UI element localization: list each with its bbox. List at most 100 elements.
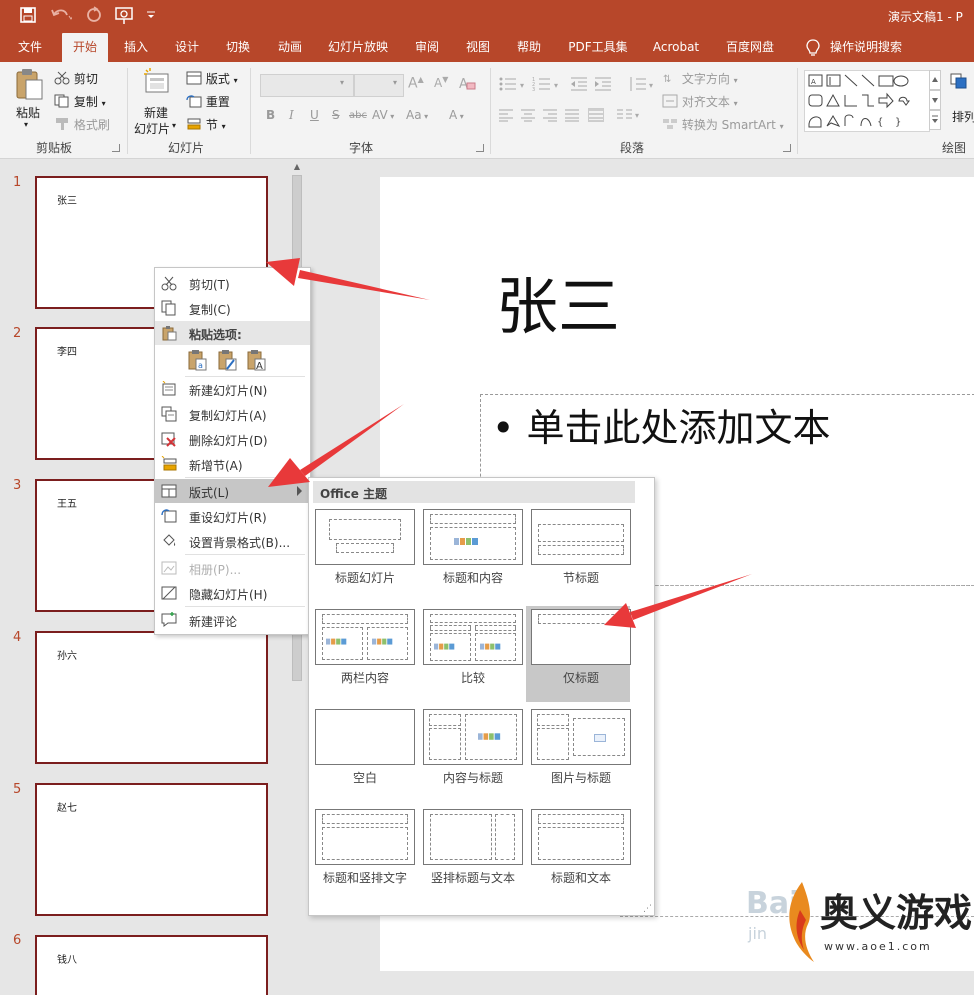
paste-text-only-icon[interactable]: A <box>246 349 266 372</box>
slide-thumbnail-5[interactable]: 赵七 <box>35 783 268 916</box>
tab-acrobat[interactable]: Acrobat <box>647 33 705 62</box>
menu-item-reset-slide[interactable]: 重设幻灯片(R) <box>155 504 310 528</box>
clipboard-launcher-icon[interactable] <box>112 144 120 152</box>
align-right-icon[interactable] <box>542 108 558 125</box>
align-center-icon[interactable] <box>520 108 536 125</box>
gallery-resize-grip-icon[interactable]: ⋰ <box>643 904 652 914</box>
tab-insert[interactable]: 插入 <box>116 33 156 62</box>
shadow-button[interactable]: abc <box>349 110 367 121</box>
layout-title-and-content[interactable]: 标题和内容 <box>418 506 523 602</box>
save-icon[interactable] <box>20 7 36 27</box>
slide-title-text[interactable]: 张三 <box>496 256 620 346</box>
change-case-button[interactable]: Aa ▾ <box>406 108 428 122</box>
scroll-up-icon[interactable]: ▲ <box>291 161 303 173</box>
menu-item-new-section[interactable]: 新增节(A) <box>155 452 310 476</box>
font-name-dropdown-icon[interactable]: ▾ <box>340 78 344 87</box>
menu-item-cut[interactable]: 剪切(T) <box>155 271 310 295</box>
tab-transitions[interactable]: 切换 <box>218 33 258 62</box>
font-launcher-icon[interactable] <box>476 144 484 152</box>
format-painter-button[interactable]: 格式刷 <box>54 116 110 134</box>
tab-file[interactable]: 文件 <box>10 33 50 62</box>
start-slideshow-icon[interactable] <box>114 6 136 30</box>
paste-use-destination-icon[interactable]: a <box>187 349 207 371</box>
tab-design[interactable]: 设计 <box>167 33 207 62</box>
cut-button[interactable]: 剪切 <box>54 70 98 88</box>
italic-button[interactable]: I <box>289 108 294 122</box>
menu-item-new-comment[interactable]: 新建评论 <box>155 608 310 632</box>
paragraph-launcher-icon[interactable] <box>783 144 791 152</box>
tab-pdf-tools[interactable]: PDF工具集 <box>563 33 633 62</box>
layout-section-header[interactable]: 节标题 <box>526 506 631 602</box>
strikethrough-button[interactable]: S <box>332 108 340 122</box>
tab-home[interactable]: 开始 <box>62 33 108 62</box>
menu-item-layout[interactable]: 版式(L) <box>155 479 310 503</box>
body-placeholder-text[interactable]: • 单击此处添加文本 <box>492 397 831 452</box>
clear-format-icon[interactable]: A <box>458 74 476 95</box>
tab-slideshow[interactable]: 幻灯片放映 <box>322 33 394 62</box>
redo-icon[interactable] <box>86 6 102 28</box>
align-text-button[interactable]: 对齐文本 ▾ <box>662 93 738 111</box>
columns-icon[interactable]: ▾ <box>616 108 642 125</box>
secondary-placeholder[interactable] <box>620 585 974 917</box>
line-spacing-icon[interactable]: ▾ <box>628 76 656 95</box>
tab-animations[interactable]: 动画 <box>270 33 310 62</box>
layout-blank[interactable]: 空白 <box>310 706 415 802</box>
decrease-indent-icon[interactable] <box>570 76 588 95</box>
distribute-icon[interactable] <box>588 108 604 125</box>
menu-item-duplicate-slide[interactable]: 复制幻灯片(A) <box>155 402 310 426</box>
layout-title-and-vertical-text[interactable]: 标题和竖排文字 <box>310 806 415 902</box>
reset-button[interactable]: 重置 <box>186 93 230 111</box>
layout-picture-with-caption[interactable]: 图片与标题 <box>526 706 631 802</box>
align-left-icon[interactable] <box>498 108 514 125</box>
numbering-icon[interactable]: 1 2 3 ▾ <box>532 76 562 95</box>
menu-item-format-background[interactable]: 设置背景格式(B)... <box>155 529 310 553</box>
menu-item-new-slide[interactable]: 新建幻灯片(N) <box>155 377 310 401</box>
font-size-dropdown-icon[interactable]: ▾ <box>393 78 397 87</box>
arrange-icon[interactable] <box>949 72 971 93</box>
underline-button[interactable]: U <box>310 108 319 122</box>
menu-item-copy[interactable]: 复制(C) <box>155 296 310 320</box>
grow-font-icon[interactable]: A▲ <box>408 75 424 92</box>
undo-icon[interactable] <box>50 6 74 28</box>
shapes-gallery[interactable]: A { } <box>804 70 930 132</box>
char-spacing-button[interactable]: AV ▾ <box>372 108 394 122</box>
font-color-button[interactable]: A ▾ <box>449 108 464 122</box>
arrange-button[interactable]: 排列 <box>952 108 974 125</box>
shrink-font-icon[interactable]: A▼ <box>434 75 448 90</box>
convert-smartart-button[interactable]: 转换为 SmartArt ▾ <box>662 116 784 134</box>
copy-button[interactable]: 复制 ▾ <box>54 93 106 111</box>
shapes-scroll[interactable] <box>929 70 941 130</box>
tell-me-search[interactable]: 操作说明搜索 <box>826 33 906 62</box>
slide-thumbnail-4[interactable]: 孙六 <box>35 631 268 764</box>
layout-two-content[interactable]: 两栏内容 <box>310 606 415 702</box>
layout-name: 比较 <box>460 671 485 685</box>
lightbulb-icon[interactable] <box>802 33 824 62</box>
increase-indent-icon[interactable] <box>594 76 612 95</box>
layout-comparison[interactable]: 比较 <box>418 606 523 702</box>
customize-qat-icon[interactable] <box>146 7 156 24</box>
section-button[interactable]: 节 ▾ <box>186 116 226 134</box>
layout-title-slide[interactable]: 标题幻灯片 <box>310 506 415 602</box>
justify-icon[interactable] <box>564 108 580 125</box>
tab-view[interactable]: 视图 <box>458 33 498 62</box>
bold-button[interactable]: B <box>266 108 275 122</box>
layout-title-only[interactable]: 仅标题 <box>526 606 631 702</box>
section-icon <box>186 117 202 134</box>
menu-item-photo-album[interactable]: 相册(P)... <box>155 556 310 580</box>
menu-item-delete-slide[interactable]: 删除幻灯片(D) <box>155 427 310 451</box>
paste-keep-formatting-icon[interactable] <box>217 349 237 371</box>
new-slide-button[interactable]: 新建 幻灯片 ▾ <box>134 68 180 136</box>
layout-button[interactable]: 版式 ▾ <box>186 70 238 88</box>
bullets-icon[interactable]: ▾ <box>498 76 528 95</box>
layout-content-with-caption[interactable]: 内容与标题 <box>418 706 523 802</box>
text-direction-button[interactable]: ⇅ 文字方向 ▾ <box>662 70 738 88</box>
tab-review[interactable]: 审阅 <box>407 33 447 62</box>
tab-help[interactable]: 帮助 <box>509 33 549 62</box>
menu-item-hide-slide[interactable]: 隐藏幻灯片(H) <box>155 581 310 605</box>
slide-thumbnail-6[interactable]: 钱八 <box>35 935 268 995</box>
group-divider <box>797 68 798 154</box>
layout-title-and-text[interactable]: 标题和文本 <box>526 806 631 902</box>
paste-button[interactable]: 粘贴 ▾ <box>14 68 48 129</box>
tab-baidu-netdisk[interactable]: 百度网盘 <box>721 33 779 62</box>
layout-vertical-title-and-text[interactable]: 竖排标题与文本 <box>418 806 523 902</box>
